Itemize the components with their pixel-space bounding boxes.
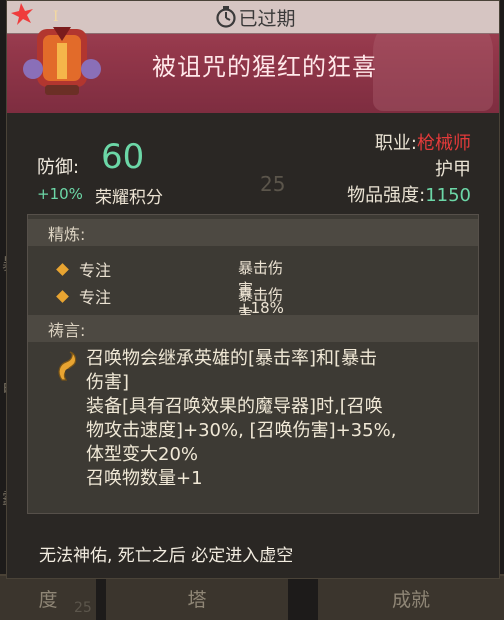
refine-row: 专注 暴击伤害+18% — [56, 284, 284, 344]
status-label: 已过期 — [238, 7, 296, 30]
defense-label: 防御: — [37, 157, 80, 178]
job-label: 职业: — [374, 133, 417, 154]
bg-number: 25 — [74, 600, 92, 616]
power-label: 物品强度: — [347, 185, 426, 206]
honor-label: 荣耀积分 — [95, 188, 163, 208]
bg-button-label: 度 — [38, 588, 58, 611]
prayer-line: 物攻击速度]+30%, [召唤伤害]+35%, — [86, 420, 397, 441]
prayer-line: 伤害] — [86, 372, 130, 393]
refine-section-title: 精炼: — [28, 219, 478, 246]
item-meta: 职业:枪械师 护甲 物品强度:1150 — [347, 131, 471, 209]
item-tooltip-card: 已过期 I 被诅咒的猩红的狂喜 防御: 60 +10% 荣耀积分 25 职业:枪… — [6, 0, 500, 579]
item-header: 已过期 I 被诅咒的猩红的狂喜 — [7, 1, 499, 113]
diamond-bullet-icon — [56, 290, 69, 303]
power-value: 1150 — [425, 185, 471, 206]
prayer-line: 召唤物会继承英雄的[暴击率]和[暴击 — [86, 348, 378, 369]
bg-number: 25 — [260, 172, 286, 196]
item-type: 护甲 — [435, 159, 471, 180]
honor-percent: +10% — [37, 185, 83, 203]
stopwatch-icon — [216, 6, 236, 28]
refine-row: 专注 暴击伤害+18% — [56, 257, 284, 317]
footer-note: 无法神佑, 死亡之后 必定进入虚空 — [39, 546, 294, 566]
bg-button-achievement[interactable]: 成就 — [318, 574, 504, 620]
prayer-line: 召唤物数量+1 — [86, 468, 203, 489]
job-row: 职业:枪械师 — [347, 131, 471, 157]
refine-name: 专注 — [79, 261, 112, 280]
prayer-description: 召唤物会继承英雄的[暴击率]和[暴击 伤害] 装备[具有召唤效果的魔导器]时,[… — [86, 347, 471, 491]
tier-label: I — [53, 9, 59, 25]
prayer-line: 体型变大20% — [86, 444, 199, 465]
prayer-scroll-icon — [58, 351, 77, 381]
bg-button-label: 塔 — [187, 588, 207, 611]
bg-button-tower[interactable]: 塔 — [106, 574, 288, 620]
defense-value: 60 — [101, 137, 145, 177]
diamond-bullet-icon — [56, 263, 69, 276]
job-value: 枪械师 — [417, 133, 471, 154]
prayer-section-title: 祷言: — [28, 315, 478, 342]
power-row: 物品强度:1150 — [347, 183, 471, 209]
prayer-line: 装备[具有召唤效果的魔导器]时,[召唤 — [86, 396, 383, 417]
cursed-armor-icon: I — [11, 3, 101, 95]
refine-name: 专注 — [79, 288, 112, 307]
bg-button-degree[interactable]: 度 — [0, 574, 96, 620]
attributes-panel: 精炼: 专注 暴击伤害+18% 专注 暴击伤害+18% 祷言: 召唤物会继承英雄… — [27, 214, 479, 514]
bg-button-label: 成就 — [391, 588, 430, 611]
item-name: 被诅咒的猩红的狂喜 — [152, 53, 377, 81]
